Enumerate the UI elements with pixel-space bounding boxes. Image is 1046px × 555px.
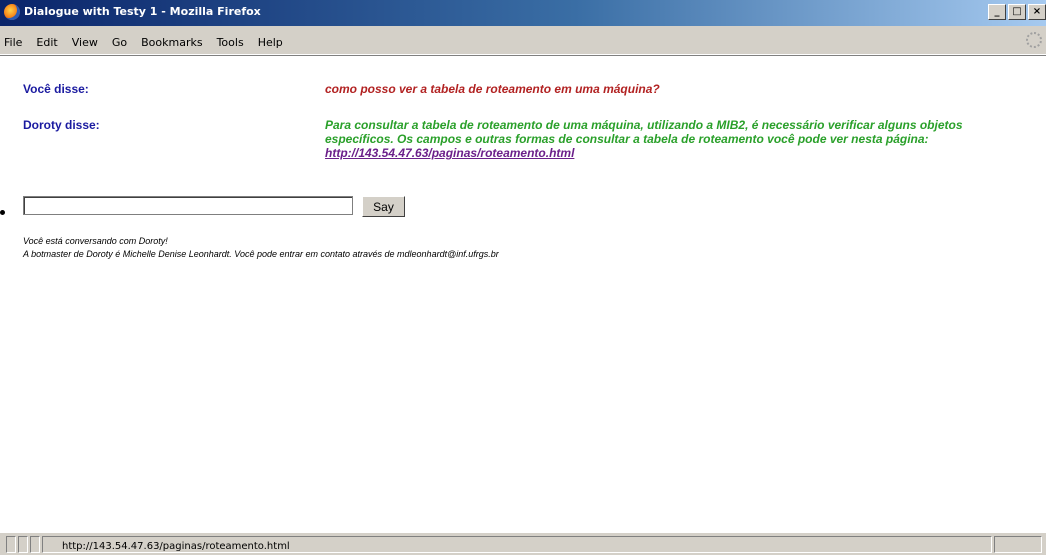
cursor-marker [0,210,5,215]
say-button[interactable]: Say [362,196,405,217]
window-titlebar[interactable]: Dialogue with Testy 1 - Mozilla Firefox … [0,0,1046,27]
menu-items: File Edit View Go Bookmarks Tools Help [4,36,297,49]
bot-message: Para consultar a tabela de roteamento de… [325,118,995,160]
footer-line-2: A botmaster de Doroty é Michelle Denise … [23,249,499,259]
menu-go[interactable]: Go [112,36,127,49]
firefox-icon [4,4,20,20]
menu-tools[interactable]: Tools [217,36,244,49]
throbber-icon [1026,32,1042,48]
bot-label: Doroty disse: [23,118,100,132]
status-cell-3 [30,536,40,553]
bot-message-text: Para consultar a tabela de roteamento de… [325,118,963,146]
menu-help[interactable]: Help [258,36,283,49]
status-cell-2 [18,536,28,553]
window-controls: _ □ × [988,4,1046,20]
menu-view[interactable]: View [72,36,98,49]
menu-bar: File Edit View Go Bookmarks Tools Help [0,27,1046,56]
menu-edit[interactable]: Edit [36,36,57,49]
footer-line-1: Você está conversando com Doroty! [23,236,168,246]
status-bar: http://143.54.47.63/paginas/roteamento.h… [0,532,1046,555]
say-input[interactable] [23,196,353,215]
window-title: Dialogue with Testy 1 - Mozilla Firefox [24,5,261,18]
status-cell-1 [6,536,16,553]
menu-file[interactable]: File [4,36,22,49]
user-label: Você disse: [23,82,89,96]
user-message: como posso ver a tabela de roteamento em… [325,82,660,96]
maximize-button[interactable]: □ [1008,4,1026,20]
close-button[interactable]: × [1028,4,1046,20]
status-text: http://143.54.47.63/paginas/roteamento.h… [62,541,290,552]
bot-message-link[interactable]: http://143.54.47.63/paginas/roteamento.h… [325,146,574,160]
minimize-button[interactable]: _ [988,4,1006,20]
page-content: Você disse: como posso ver a tabela de r… [8,56,1046,532]
menu-bookmarks[interactable]: Bookmarks [141,36,202,49]
status-cell-right [994,536,1042,553]
